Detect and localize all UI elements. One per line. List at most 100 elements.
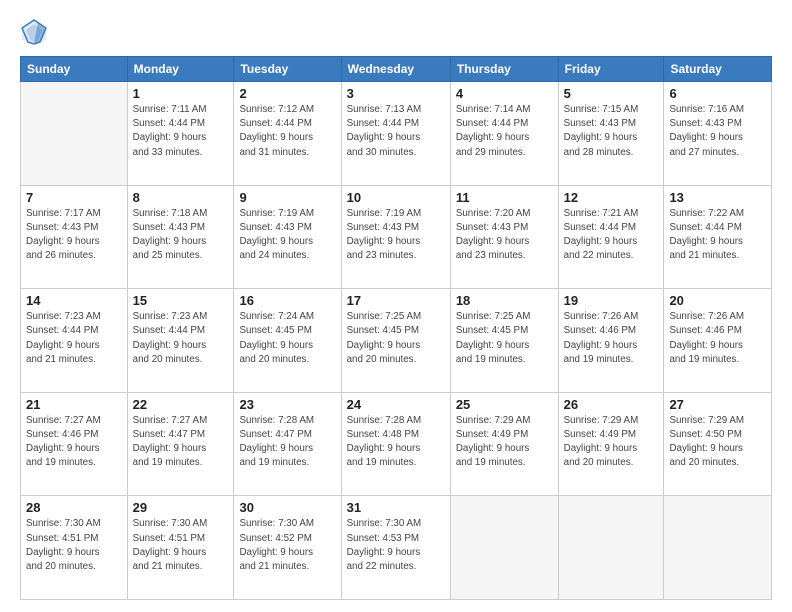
calendar-cell: 25 Sunrise: 7:29 AM Sunset: 4:49 PM Dayli… — [450, 392, 558, 496]
calendar-cell: 31 Sunrise: 7:30 AM Sunset: 4:53 PM Dayli… — [341, 496, 450, 600]
day-number: 3 — [347, 86, 445, 101]
day-number: 14 — [26, 293, 122, 308]
calendar-cell: 19 Sunrise: 7:26 AM Sunset: 4:46 PM Dayli… — [558, 289, 664, 393]
calendar-cell: 28 Sunrise: 7:30 AM Sunset: 4:51 PM Dayli… — [21, 496, 128, 600]
day-info: Sunrise: 7:26 AM Sunset: 4:46 PM Dayligh… — [564, 310, 659, 367]
day-info: Sunrise: 7:29 AM Sunset: 4:49 PM Dayligh… — [564, 414, 659, 471]
calendar-cell: 13 Sunrise: 7:22 AM Sunset: 4:44 PM Dayli… — [664, 185, 772, 289]
day-number: 5 — [564, 86, 659, 101]
calendar-cell — [450, 496, 558, 600]
calendar-cell: 15 Sunrise: 7:23 AM Sunset: 4:44 PM Dayli… — [127, 289, 234, 393]
logo — [20, 18, 52, 46]
calendar-cell: 12 Sunrise: 7:21 AM Sunset: 4:44 PM Dayli… — [558, 185, 664, 289]
day-info: Sunrise: 7:29 AM Sunset: 4:50 PM Dayligh… — [669, 414, 766, 471]
calendar-cell: 21 Sunrise: 7:27 AM Sunset: 4:46 PM Dayli… — [21, 392, 128, 496]
calendar-cell: 6 Sunrise: 7:16 AM Sunset: 4:43 PM Daylig… — [664, 82, 772, 186]
page: SundayMondayTuesdayWednesdayThursdayFrid… — [0, 0, 792, 612]
day-info: Sunrise: 7:25 AM Sunset: 4:45 PM Dayligh… — [456, 310, 553, 367]
calendar-week-row: 14 Sunrise: 7:23 AM Sunset: 4:44 PM Dayli… — [21, 289, 772, 393]
day-number: 7 — [26, 190, 122, 205]
calendar-header-sunday: Sunday — [21, 57, 128, 82]
day-info: Sunrise: 7:21 AM Sunset: 4:44 PM Dayligh… — [564, 207, 659, 264]
day-number: 23 — [239, 397, 335, 412]
calendar-cell: 10Sunrise: 7:19 AM Sunset: 4:43 PM Dayli… — [341, 185, 450, 289]
day-info: Sunrise: 7:15 AM Sunset: 4:43 PM Dayligh… — [564, 103, 659, 160]
calendar-week-row: 1 Sunrise: 7:11 AM Sunset: 4:44 PM Daylig… — [21, 82, 772, 186]
day-info: Sunrise: 7:12 AM Sunset: 4:44 PM Dayligh… — [239, 103, 335, 160]
day-number: 1 — [133, 86, 229, 101]
day-number: 24 — [347, 397, 445, 412]
day-number: 21 — [26, 397, 122, 412]
calendar-header-wednesday: Wednesday — [341, 57, 450, 82]
day-number: 26 — [564, 397, 659, 412]
day-info: Sunrise: 7:17 AM Sunset: 4:43 PM Dayligh… — [26, 207, 122, 264]
day-number: 16 — [239, 293, 335, 308]
day-number: 15 — [133, 293, 229, 308]
logo-icon — [20, 18, 48, 46]
day-number: 13 — [669, 190, 766, 205]
day-info: Sunrise: 7:19 AM Sunset: 4:43 PM Dayligh… — [239, 207, 335, 264]
calendar-cell: 26 Sunrise: 7:29 AM Sunset: 4:49 PM Dayli… — [558, 392, 664, 496]
calendar-header-tuesday: Tuesday — [234, 57, 341, 82]
day-info: Sunrise: 7:23 AM Sunset: 4:44 PM Dayligh… — [133, 310, 229, 367]
calendar-cell: 7 Sunrise: 7:17 AM Sunset: 4:43 PM Daylig… — [21, 185, 128, 289]
day-info: Sunrise: 7:30 AM Sunset: 4:52 PM Dayligh… — [239, 517, 335, 574]
day-number: 12 — [564, 190, 659, 205]
day-info: Sunrise: 7:27 AM Sunset: 4:47 PM Dayligh… — [133, 414, 229, 471]
day-number: 22 — [133, 397, 229, 412]
calendar-table: SundayMondayTuesdayWednesdayThursdayFrid… — [20, 56, 772, 600]
day-info: Sunrise: 7:26 AM Sunset: 4:46 PM Dayligh… — [669, 310, 766, 367]
calendar-header-friday: Friday — [558, 57, 664, 82]
calendar-cell: 8Sunrise: 7:18 AM Sunset: 4:43 PM Daylig… — [127, 185, 234, 289]
calendar-cell: 1 Sunrise: 7:11 AM Sunset: 4:44 PM Daylig… — [127, 82, 234, 186]
calendar-cell: 20 Sunrise: 7:26 AM Sunset: 4:46 PM Dayli… — [664, 289, 772, 393]
day-number: 9 — [239, 190, 335, 205]
day-info: Sunrise: 7:30 AM Sunset: 4:51 PM Dayligh… — [133, 517, 229, 574]
calendar-cell: 22 Sunrise: 7:27 AM Sunset: 4:47 PM Dayli… — [127, 392, 234, 496]
calendar-week-row: 28 Sunrise: 7:30 AM Sunset: 4:51 PM Dayli… — [21, 496, 772, 600]
day-info: Sunrise: 7:13 AM Sunset: 4:44 PM Dayligh… — [347, 103, 445, 160]
day-info: Sunrise: 7:11 AM Sunset: 4:44 PM Dayligh… — [133, 103, 229, 160]
calendar-cell: 3 Sunrise: 7:13 AM Sunset: 4:44 PM Daylig… — [341, 82, 450, 186]
day-info: Sunrise: 7:30 AM Sunset: 4:51 PM Dayligh… — [26, 517, 122, 574]
calendar-cell — [664, 496, 772, 600]
day-number: 2 — [239, 86, 335, 101]
day-number: 29 — [133, 500, 229, 515]
calendar-week-row: 7 Sunrise: 7:17 AM Sunset: 4:43 PM Daylig… — [21, 185, 772, 289]
day-info: Sunrise: 7:29 AM Sunset: 4:49 PM Dayligh… — [456, 414, 553, 471]
calendar-header-row: SundayMondayTuesdayWednesdayThursdayFrid… — [21, 57, 772, 82]
day-number: 19 — [564, 293, 659, 308]
day-number: 25 — [456, 397, 553, 412]
calendar-cell: 11Sunrise: 7:20 AM Sunset: 4:43 PM Dayli… — [450, 185, 558, 289]
day-info: Sunrise: 7:27 AM Sunset: 4:46 PM Dayligh… — [26, 414, 122, 471]
calendar-cell: 29 Sunrise: 7:30 AM Sunset: 4:51 PM Dayli… — [127, 496, 234, 600]
calendar-cell: 4Sunrise: 7:14 AM Sunset: 4:44 PM Daylig… — [450, 82, 558, 186]
calendar-cell — [558, 496, 664, 600]
day-info: Sunrise: 7:24 AM Sunset: 4:45 PM Dayligh… — [239, 310, 335, 367]
calendar-cell: 24 Sunrise: 7:28 AM Sunset: 4:48 PM Dayli… — [341, 392, 450, 496]
day-number: 28 — [26, 500, 122, 515]
day-info: Sunrise: 7:23 AM Sunset: 4:44 PM Dayligh… — [26, 310, 122, 367]
calendar-cell: 9 Sunrise: 7:19 AM Sunset: 4:43 PM Daylig… — [234, 185, 341, 289]
day-number: 8 — [133, 190, 229, 205]
day-info: Sunrise: 7:22 AM Sunset: 4:44 PM Dayligh… — [669, 207, 766, 264]
calendar-cell: 30 Sunrise: 7:30 AM Sunset: 4:52 PM Dayli… — [234, 496, 341, 600]
day-info: Sunrise: 7:28 AM Sunset: 4:48 PM Dayligh… — [347, 414, 445, 471]
day-number: 31 — [347, 500, 445, 515]
calendar-cell: 23 Sunrise: 7:28 AM Sunset: 4:47 PM Dayli… — [234, 392, 341, 496]
day-info: Sunrise: 7:30 AM Sunset: 4:53 PM Dayligh… — [347, 517, 445, 574]
day-number: 30 — [239, 500, 335, 515]
header — [20, 18, 772, 46]
day-number: 20 — [669, 293, 766, 308]
day-info: Sunrise: 7:28 AM Sunset: 4:47 PM Dayligh… — [239, 414, 335, 471]
day-info: Sunrise: 7:25 AM Sunset: 4:45 PM Dayligh… — [347, 310, 445, 367]
calendar-header-saturday: Saturday — [664, 57, 772, 82]
day-number: 11 — [456, 190, 553, 205]
day-number: 27 — [669, 397, 766, 412]
day-number: 17 — [347, 293, 445, 308]
day-info: Sunrise: 7:16 AM Sunset: 4:43 PM Dayligh… — [669, 103, 766, 160]
calendar-cell: 17 Sunrise: 7:25 AM Sunset: 4:45 PM Dayli… — [341, 289, 450, 393]
day-info: Sunrise: 7:14 AM Sunset: 4:44 PM Dayligh… — [456, 103, 553, 160]
day-number: 6 — [669, 86, 766, 101]
calendar-cell: 18Sunrise: 7:25 AM Sunset: 4:45 PM Dayli… — [450, 289, 558, 393]
